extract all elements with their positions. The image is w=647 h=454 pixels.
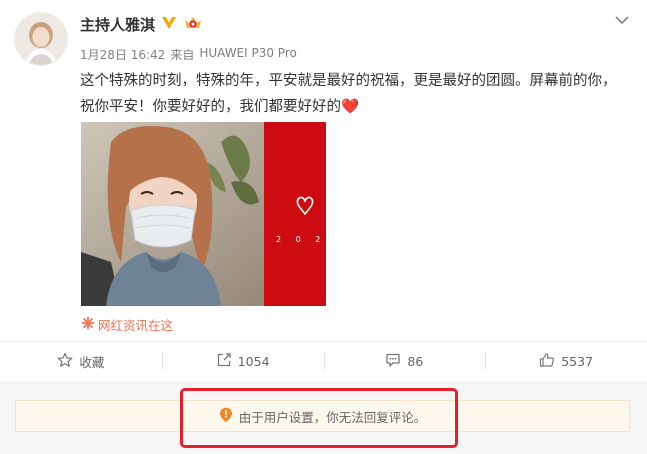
like-button[interactable]: 5537 (485, 342, 647, 380)
source-prefix: 来自 (170, 48, 195, 62)
topic-link-label[interactable]: 网红资讯在这 (98, 315, 173, 334)
vip-crown-icon[interactable] (183, 15, 203, 35)
favorite-label: 收藏 (79, 354, 105, 370)
comment-count: 86 (407, 353, 424, 369)
star-icon (57, 352, 73, 371)
verified-badge-icon (161, 15, 177, 34)
source-device: HUAWEI P30 Pro (199, 46, 297, 60)
weibo-post: 主持人雅淇 1月28日 16:42 来自 HUAWEI P30 Pro 这个特殊… (0, 0, 647, 454)
topic-link[interactable]: 网红资讯在这 (81, 315, 173, 334)
post-image[interactable]: 2 0 2 (81, 122, 326, 306)
repost-button[interactable]: 1054 (161, 342, 324, 380)
post-time[interactable]: 1月28日 16:42 (80, 46, 165, 63)
more-options-chevron-icon[interactable] (611, 12, 633, 28)
share-icon (216, 352, 232, 371)
comment-button[interactable]: 86 (323, 342, 486, 380)
image-year-text: 2 0 2 (276, 235, 326, 244)
red-highlight-box (180, 388, 458, 448)
action-bar: 收藏 1054 86 5537 (0, 342, 647, 380)
comment-icon (385, 352, 401, 371)
repost-count: 1054 (237, 353, 270, 369)
author-avatar[interactable] (14, 12, 68, 66)
favorite-button[interactable]: 收藏 (0, 342, 162, 380)
thumbs-up-icon (539, 352, 555, 371)
author-name[interactable]: 主持人雅淇 (80, 14, 155, 35)
author-row: 主持人雅淇 (80, 14, 203, 35)
post-text: 这个特殊的时刻，特殊的年，平安就是最好的祝福，更是最好的团圆。屏幕前的你，祝你平… (80, 68, 630, 120)
post-meta: 1月28日 16:42 来自 HUAWEI P30 Pro (80, 46, 297, 63)
heart-emoji-icon: ❤️ (341, 99, 360, 115)
link-icon (81, 316, 95, 333)
like-count: 5537 (561, 353, 594, 369)
